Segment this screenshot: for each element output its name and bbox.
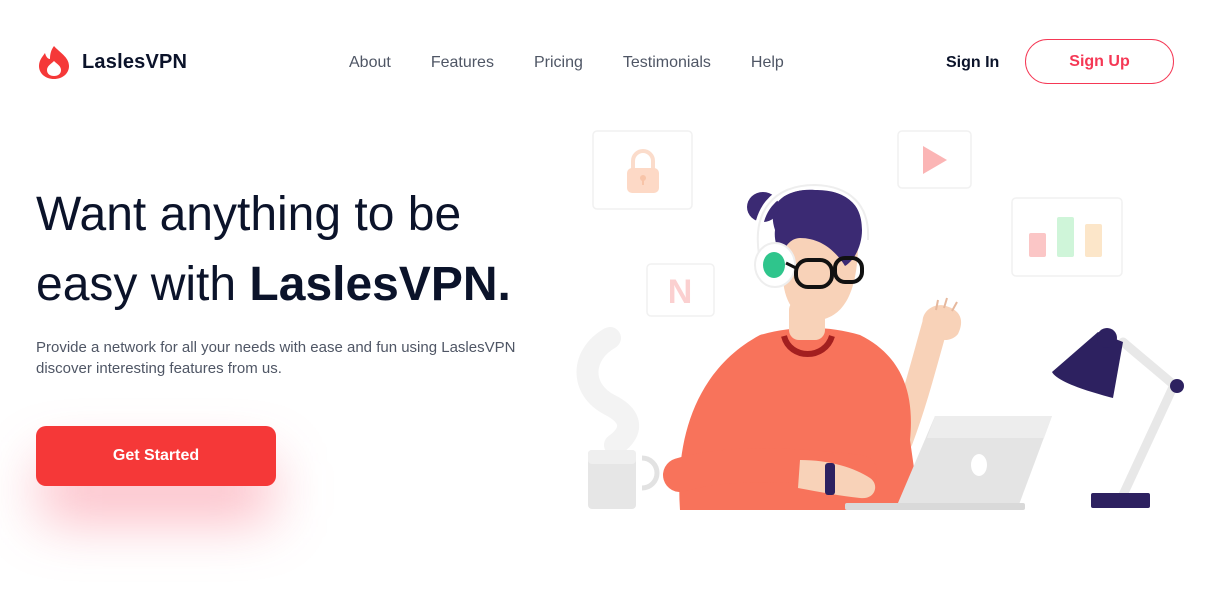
nav-link-help[interactable]: Help — [751, 54, 784, 72]
coffee-mug-icon — [576, 327, 660, 509]
nav-link-features[interactable]: Features — [431, 54, 494, 72]
brand-name: LaslesVPN — [82, 50, 188, 73]
bar-chart-icon — [1011, 197, 1123, 277]
lock-icon — [592, 130, 693, 210]
desk-lamp-icon — [1052, 328, 1184, 508]
play-icon — [897, 130, 972, 189]
flame-logo-icon — [39, 46, 69, 79]
landing-page: LaslesVPN About Features Pricing Testimo… — [0, 0, 1231, 611]
hero-illustration: N — [576, 130, 1184, 510]
navbar: LaslesVPN About Features Pricing Testimo… — [0, 0, 1231, 125]
netflix-letter: N — [668, 273, 693, 311]
get-started-button[interactable]: Get Started — [36, 426, 276, 486]
hero-title: Want anything to be easy with LaslesVPN. — [36, 180, 556, 320]
main-menu: About Features Pricing Testimonials Help — [349, 54, 824, 72]
nav-link-testimonials[interactable]: Testimonials — [623, 54, 711, 72]
brand-logo[interactable]: LaslesVPN — [36, 44, 187, 80]
nav-link-about[interactable]: About — [349, 54, 391, 72]
nav-link-pricing[interactable]: Pricing — [534, 54, 583, 72]
sign-in-link[interactable]: Sign In — [946, 54, 999, 72]
netflix-icon: N — [646, 263, 715, 317]
hero-title-brand: LaslesVPN. — [249, 258, 511, 311]
hero-description: Provide a network for all your needs wit… — [36, 339, 516, 377]
sign-up-button[interactable]: Sign Up — [1025, 39, 1174, 84]
